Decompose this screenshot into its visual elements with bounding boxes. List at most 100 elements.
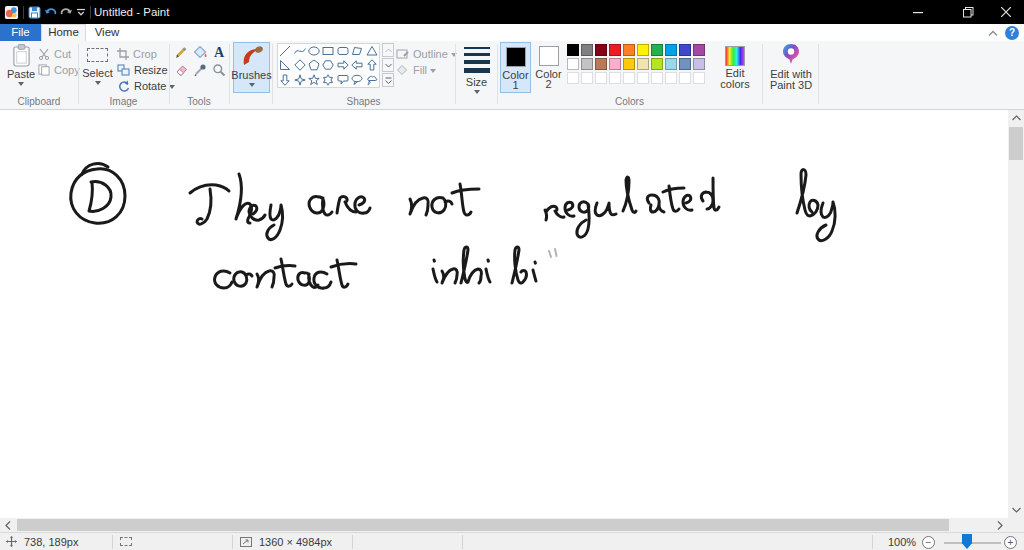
palette-swatch[interactable] — [609, 44, 621, 56]
palette-swatch[interactable] — [581, 44, 593, 56]
palette-swatch[interactable] — [651, 44, 663, 56]
shape-six-point-star[interactable] — [322, 74, 334, 86]
shape-pentagon[interactable] — [308, 59, 320, 71]
shape-ellipse[interactable] — [308, 45, 320, 57]
palette-swatch-empty[interactable] — [679, 72, 691, 84]
palette-swatch[interactable] — [651, 58, 663, 70]
palette-swatch-empty[interactable] — [693, 72, 705, 84]
horizontal-scrollbar[interactable] — [0, 518, 1008, 532]
shapes-scroll-up-icon[interactable] — [382, 43, 394, 57]
shape-four-point-star[interactable] — [294, 74, 306, 86]
shape-up-arrow[interactable] — [366, 59, 378, 71]
size-button[interactable]: Size — [459, 42, 494, 93]
copy-button[interactable]: Copy — [38, 62, 80, 77]
zoom-slider-track[interactable] — [944, 542, 1001, 544]
cut-button[interactable]: Cut — [38, 46, 71, 61]
scroll-right-icon[interactable] — [992, 518, 1008, 532]
shapes-scroll-down-icon[interactable] — [382, 58, 394, 72]
tab-view[interactable]: View — [86, 24, 128, 41]
brushes-button[interactable]: Brushes — [233, 42, 270, 93]
palette-swatch[interactable] — [637, 44, 649, 56]
palette-swatch[interactable] — [665, 44, 677, 56]
palette-swatch[interactable] — [595, 58, 607, 70]
color-picker-icon[interactable] — [193, 63, 207, 77]
minimize-button[interactable] — [895, 0, 940, 24]
edit-with-paint3d-button[interactable]: Edit with Paint 3D — [766, 42, 816, 93]
palette-swatch[interactable] — [679, 58, 691, 70]
scroll-left-icon[interactable] — [0, 518, 16, 532]
shape-right-arrow[interactable] — [337, 59, 349, 71]
palette-swatch[interactable] — [623, 44, 635, 56]
tab-file[interactable]: File — [0, 24, 41, 41]
scroll-up-icon[interactable] — [1008, 110, 1024, 126]
shape-rounded-callout[interactable] — [337, 74, 349, 86]
zoom-in-button[interactable]: + — [1004, 536, 1017, 549]
palette-swatch[interactable] — [679, 44, 691, 56]
palette-swatch[interactable] — [595, 44, 607, 56]
canvas[interactable] — [0, 110, 1008, 518]
rotate-button[interactable]: Rotate — [117, 78, 175, 93]
palette-swatch[interactable] — [567, 58, 579, 70]
shape-five-point-star[interactable] — [308, 74, 320, 86]
shape-rounded-rectangle[interactable] — [337, 45, 349, 57]
palette-swatch-empty[interactable] — [651, 72, 663, 84]
horizontal-scroll-thumb[interactable] — [17, 519, 949, 531]
eraser-icon[interactable] — [174, 63, 188, 77]
zoom-out-button[interactable]: − — [922, 536, 935, 549]
vertical-scroll-thumb[interactable] — [1009, 127, 1023, 160]
zoom-slider-thumb[interactable] — [962, 534, 972, 549]
edit-colors-button[interactable]: Edit colors — [710, 42, 760, 93]
magnifier-icon[interactable] — [212, 63, 226, 77]
palette-swatch-empty[interactable] — [609, 72, 621, 84]
minimize-ribbon-icon[interactable] — [988, 30, 998, 37]
shape-line[interactable] — [279, 45, 291, 57]
shape-right-triangle[interactable] — [279, 59, 291, 71]
palette-swatch-empty[interactable] — [623, 72, 635, 84]
shapes-expand-icon[interactable] — [382, 73, 394, 87]
palette-swatch[interactable] — [567, 44, 579, 56]
shape-down-arrow[interactable] — [279, 74, 291, 86]
undo-icon[interactable] — [44, 6, 57, 18]
shape-left-arrow[interactable] — [351, 59, 363, 71]
shape-diamond[interactable] — [294, 59, 306, 71]
select-button[interactable]: Select — [82, 42, 113, 93]
text-icon[interactable]: A — [212, 45, 226, 59]
shape-oval-callout[interactable] — [351, 74, 363, 86]
redo-icon[interactable] — [60, 6, 73, 18]
paint-app-icon[interactable] — [4, 5, 19, 20]
shape-curve[interactable] — [294, 45, 306, 57]
resize-button[interactable]: Resize — [117, 62, 168, 77]
crop-button[interactable]: Crop — [117, 46, 157, 61]
palette-swatch[interactable] — [581, 58, 593, 70]
palette-swatch[interactable] — [693, 44, 705, 56]
palette-swatch-empty[interactable] — [567, 72, 579, 84]
scroll-down-icon[interactable] — [1008, 502, 1024, 518]
shape-hexagon[interactable] — [322, 59, 334, 71]
customize-quick-access-icon[interactable] — [76, 8, 86, 17]
save-icon[interactable] — [28, 6, 41, 19]
tab-home[interactable]: Home — [41, 24, 86, 41]
shape-polygon[interactable] — [351, 45, 363, 57]
paste-button[interactable]: Paste — [6, 42, 36, 93]
color1-button[interactable]: Color 1 — [500, 42, 531, 93]
fill-icon[interactable] — [193, 45, 207, 59]
palette-swatch-empty[interactable] — [581, 72, 593, 84]
fill-button[interactable]: Fill — [396, 62, 436, 77]
color2-button[interactable]: Color 2 — [533, 42, 564, 93]
palette-swatch[interactable] — [637, 58, 649, 70]
palette-swatch[interactable] — [609, 58, 621, 70]
palette-swatch[interactable] — [665, 58, 677, 70]
vertical-scrollbar[interactable] — [1008, 110, 1024, 518]
shape-rectangle[interactable] — [322, 45, 334, 57]
help-icon[interactable]: ? — [1005, 26, 1019, 40]
close-button[interactable] — [983, 0, 1024, 24]
palette-swatch-empty[interactable] — [595, 72, 607, 84]
palette-swatch[interactable] — [693, 58, 705, 70]
outline-button[interactable]: Outline — [396, 46, 457, 61]
palette-swatch-empty[interactable] — [665, 72, 677, 84]
pencil-icon[interactable] — [174, 45, 188, 59]
palette-swatch[interactable] — [623, 58, 635, 70]
palette-swatch-empty[interactable] — [637, 72, 649, 84]
shape-triangle[interactable] — [366, 45, 378, 57]
shape-cloud-callout[interactable] — [366, 74, 378, 86]
